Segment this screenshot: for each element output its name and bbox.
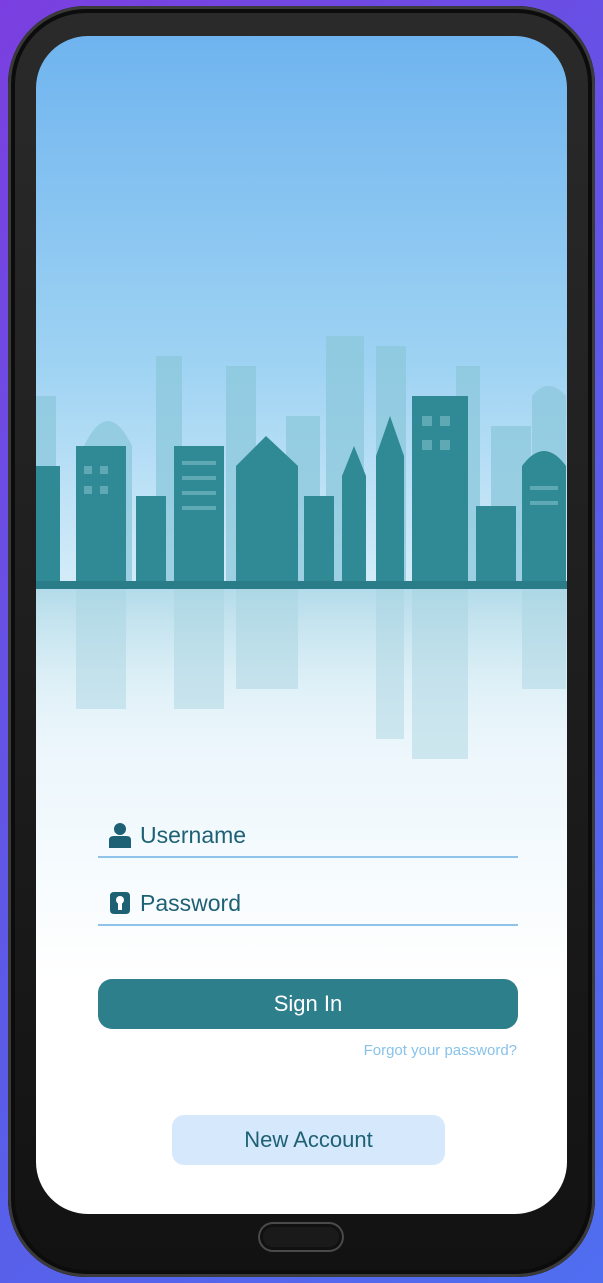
username-label: Username — [140, 822, 247, 848]
city-skyline-illustration — [36, 336, 567, 789]
phone-frame: Username Password Sign In Forgot your pa… — [8, 6, 595, 1277]
app-screen: Username Password Sign In Forgot your pa… — [36, 36, 567, 1214]
sign-in-button[interactable]: Sign In — [98, 979, 518, 1029]
home-button[interactable] — [258, 1222, 344, 1252]
user-icon — [108, 822, 132, 848]
username-field[interactable]: Username — [98, 816, 518, 858]
forgot-password-link[interactable]: Forgot your password? — [364, 1042, 517, 1059]
password-field[interactable]: Password — [98, 884, 518, 926]
password-label: Password — [140, 890, 241, 916]
lock-icon — [108, 890, 132, 916]
new-account-button[interactable]: New Account — [172, 1115, 445, 1165]
login-form: Username Password Sign In Forgot your pa… — [36, 806, 567, 1214]
